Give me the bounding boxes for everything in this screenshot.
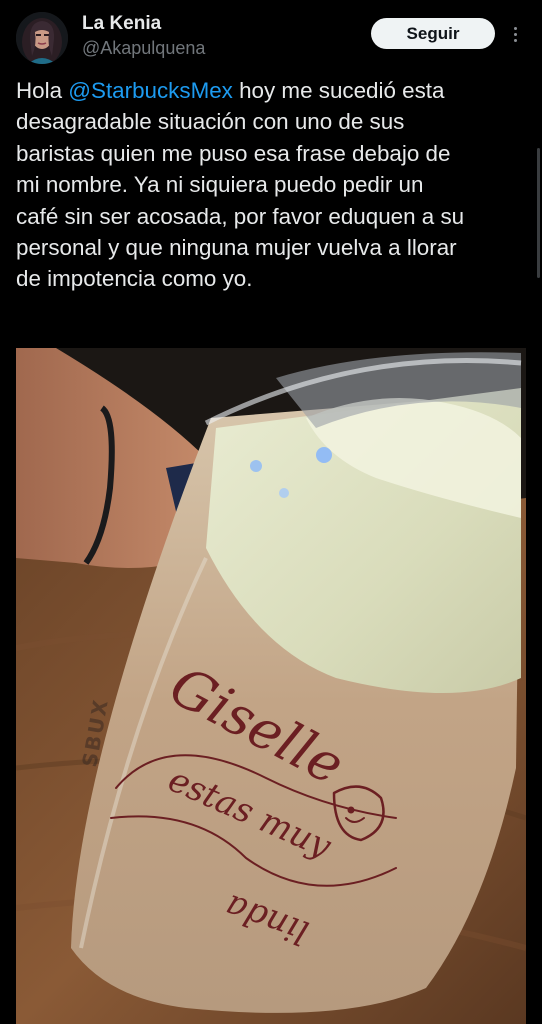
tweet-header: La Kenia @Akapulquena Seguir [0,0,542,72]
more-dot [513,32,517,36]
mention-link[interactable]: @StarbucksMex [68,78,233,103]
more-dot [513,38,517,42]
display-name[interactable]: La Kenia [82,13,161,35]
page-scrollbar[interactable] [537,148,540,278]
tweet-text: Hola @StarbucksMex hoy me sucedió esta d… [16,75,526,295]
tweet-line: baristas quien me puso esa frase debajo … [16,140,451,166]
tweet-line: café sin ser acosada, por favor eduquen … [16,203,465,229]
more-options-icon[interactable] [504,20,526,48]
tweet-photo[interactable]: Giselle estas muy linda SBUX [16,348,526,1024]
tweet-line: mi nombre. Ya ni siquiera puedo pedir un [16,172,424,198]
more-dot [513,26,517,30]
tweet-line: de impotencia como yo. [16,266,253,292]
user-handle[interactable]: @Akapulquena [82,38,205,59]
follow-button[interactable]: Seguir [371,18,495,49]
tweet-text-segment: Hola [16,78,69,103]
tweet-line: personal y que ninguna mujer vuelva a ll… [16,235,457,261]
photo-cup-scene: Giselle estas muy linda SBUX [16,348,526,1024]
tweet-line: Hola @StarbucksMex hoy me sucedió esta [16,75,526,106]
profile-avatar-icon[interactable] [16,12,68,64]
tweet-line: desagradable situación con uno de sus [16,109,405,135]
tweet-text-segment: hoy me sucedió esta [232,78,445,103]
